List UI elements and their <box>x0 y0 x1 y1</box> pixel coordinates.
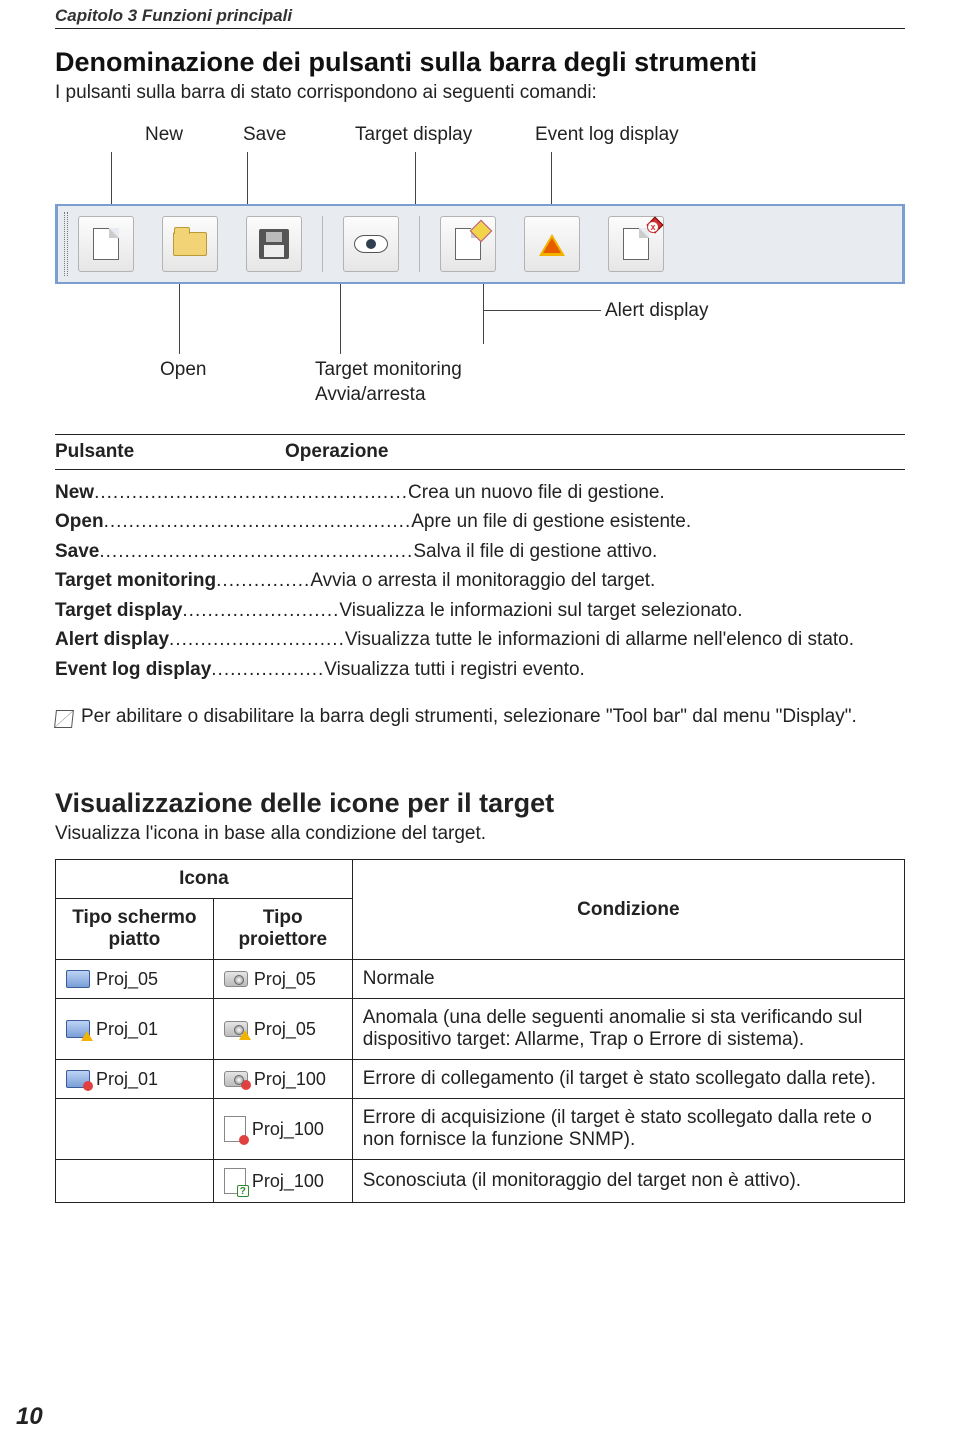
monitor-disconnect-icon <box>66 1070 90 1088</box>
th-icona: Icona <box>56 860 353 899</box>
op-name: Save <box>55 537 99 566</box>
callout-alert-display: Alert display <box>605 300 709 322</box>
icons-section-title: Visualizzazione delle icone per il targe… <box>55 788 905 819</box>
col-operazione: Operazione <box>285 435 905 469</box>
op-name: New <box>55 478 94 507</box>
table-row: Proj_01 Proj_100 Errore di collegamento … <box>56 1060 905 1099</box>
col-pulsante: Pulsante <box>55 435 285 469</box>
op-name: Event log display <box>55 655 211 684</box>
table-row: ?Proj_100 Sconosciuta (il monitoraggio d… <box>56 1160 905 1203</box>
condition-cell: Sconosciuta (il monitoraggio del target … <box>352 1160 904 1203</box>
acquisition-error-icon <box>224 1116 246 1142</box>
projector-normal-icon <box>224 971 248 987</box>
page-number: 10 <box>16 1403 43 1431</box>
op-name: Open <box>55 507 104 536</box>
op-desc: Apre un file di gestione esistente. <box>411 507 905 536</box>
projector-alarm-icon <box>224 1021 248 1037</box>
alert-display-button[interactable] <box>524 216 580 272</box>
callout-open: Open <box>160 359 206 381</box>
table-row: Proj_100 Errore di acquisizione (il targ… <box>56 1099 905 1160</box>
th-tipo-piatto: Tipo schermo piatto <box>56 899 214 960</box>
new-button[interactable] <box>78 216 134 272</box>
table-row: Proj_05 Proj_05 Normale <box>56 960 905 999</box>
condition-cell: Normale <box>352 960 904 999</box>
callout-event-log-display: Event log display <box>535 124 679 146</box>
op-name: Target display <box>55 596 182 625</box>
condition-cell: Anomala (una delle seguenti anomalie si … <box>352 999 904 1060</box>
callout-save: Save <box>243 124 286 146</box>
callout-avvia-arresta: Avvia/arresta <box>315 384 426 406</box>
th-tipo-proiettore: Tipo proiettore <box>213 899 352 960</box>
callout-new: New <box>145 124 183 146</box>
monitor-normal-icon <box>66 970 90 988</box>
condition-cell: Errore di collegamento (il target è stat… <box>352 1060 904 1099</box>
operation-list: New.....................................… <box>55 478 905 684</box>
section-subtitle: I pulsanti sulla barra di stato corrispo… <box>55 82 905 104</box>
operation-table-header: Pulsante Operazione <box>55 434 905 470</box>
projector-disconnect-icon <box>224 1071 248 1087</box>
target-display-button[interactable] <box>440 216 496 272</box>
icons-section-sub: Visualizza l'icona in base alla condizio… <box>55 823 905 845</box>
save-button[interactable] <box>246 216 302 272</box>
unknown-status-icon: ? <box>224 1168 246 1194</box>
icon-condition-table: Icona Condizione Tipo schermo piatto Tip… <box>55 859 905 1203</box>
section-title: Denominazione dei pulsanti sulla barra d… <box>55 47 905 78</box>
chapter-header: Capitolo 3 Funzioni principali <box>55 0 905 29</box>
callout-target-monitoring: Target monitoring <box>315 359 462 381</box>
table-row: Proj_01 Proj_05 Anomala (una delle segue… <box>56 999 905 1060</box>
target-monitoring-button[interactable] <box>343 216 399 272</box>
callout-target-display: Target display <box>355 124 472 146</box>
toolbar-diagram: New Save Target display Event log displa… <box>55 124 905 404</box>
op-name: Alert display <box>55 625 169 654</box>
op-desc: Salva il file di gestione attivo. <box>413 537 905 566</box>
op-name: Target monitoring <box>55 566 216 595</box>
th-condizione: Condizione <box>352 860 904 960</box>
open-button[interactable] <box>162 216 218 272</box>
op-desc: Visualizza tutti i registri evento. <box>324 655 905 684</box>
pencil-icon <box>54 710 74 728</box>
note: Per abilitare o disabilitare la barra de… <box>55 706 905 728</box>
op-desc: Avvia o arresta il monitoraggio del targ… <box>310 566 905 595</box>
condition-cell: Errore di acquisizione (il target è stat… <box>352 1099 904 1160</box>
monitor-alarm-icon <box>66 1020 90 1038</box>
event-log-display-button[interactable]: x <box>608 216 664 272</box>
toolbar: x <box>55 204 905 284</box>
op-desc: Visualizza tutte le informazioni di alla… <box>345 625 905 654</box>
op-desc: Visualizza le informazioni sul target se… <box>339 596 905 625</box>
op-desc: Crea un nuovo file di gestione. <box>408 478 905 507</box>
note-text: Per abilitare o disabilitare la barra de… <box>81 706 857 728</box>
